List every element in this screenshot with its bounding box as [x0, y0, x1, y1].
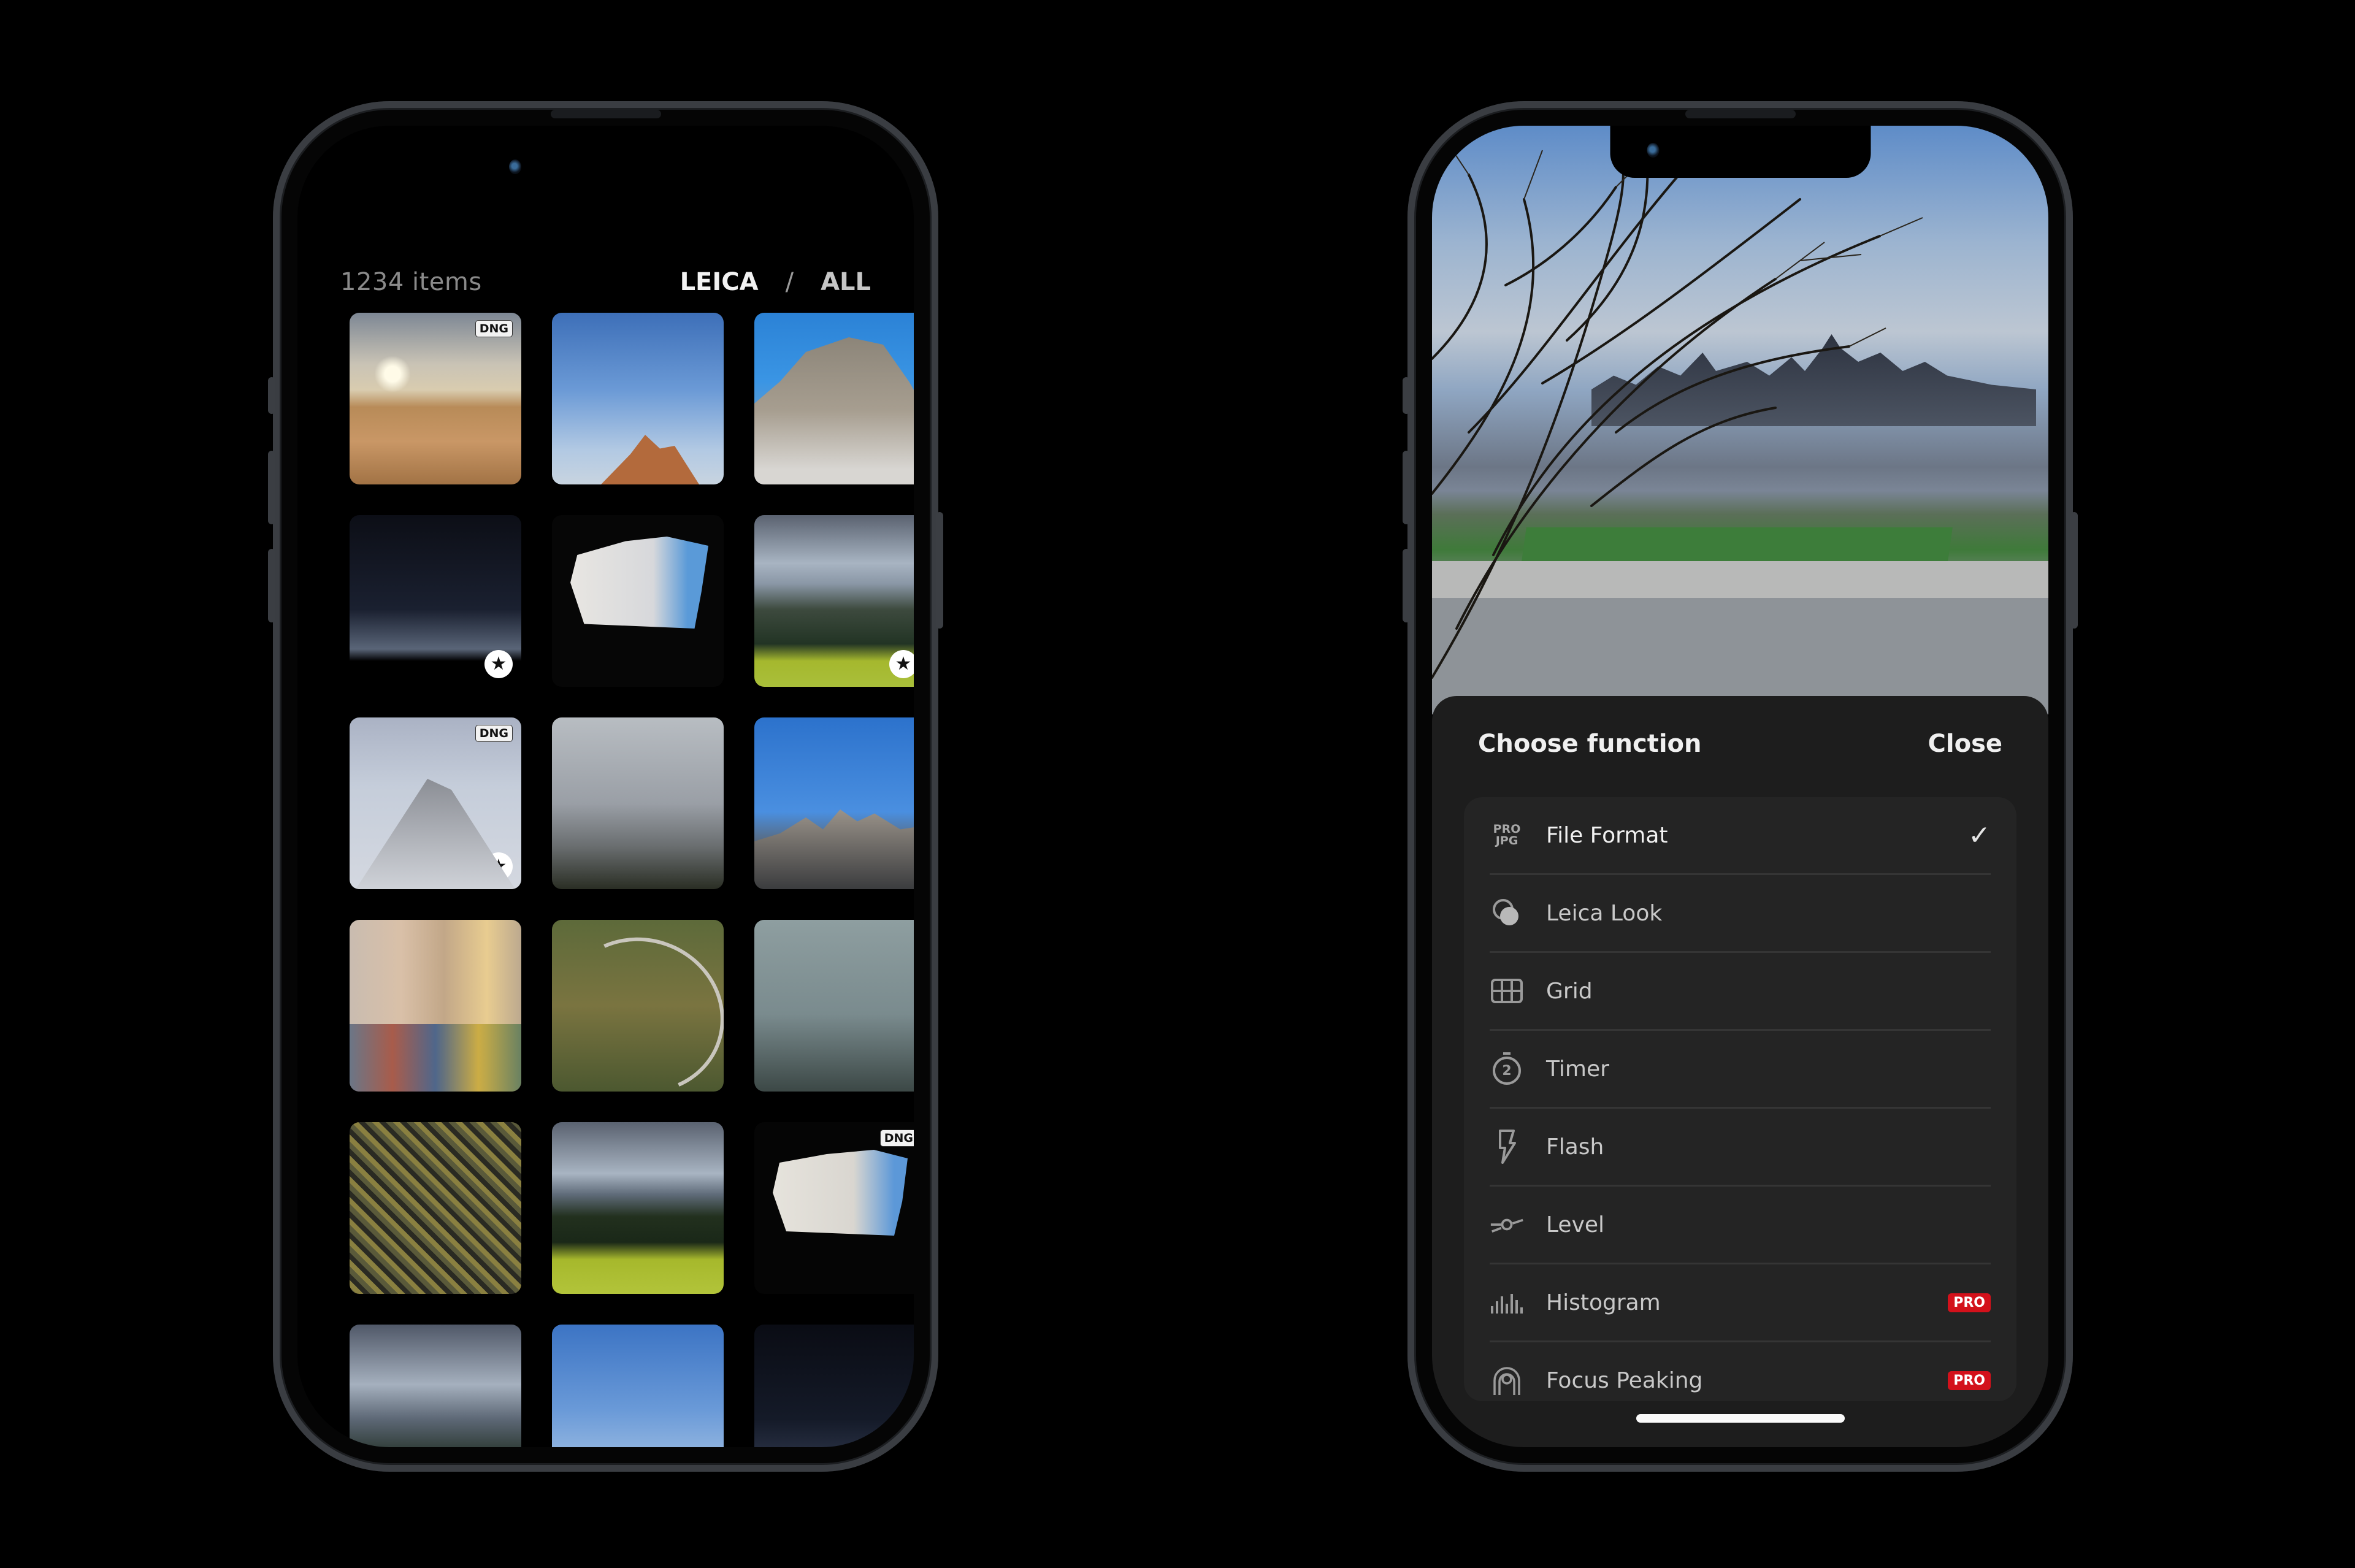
mute-switch: [268, 377, 275, 414]
viewfinder-photo: [1432, 126, 2048, 714]
function-item-leica-look[interactable]: Leica Look: [1490, 875, 1991, 953]
photo-thumbnail[interactable]: [350, 920, 521, 1092]
favorite-star-icon[interactable]: ★: [484, 852, 513, 881]
volume-down-button: [1403, 549, 1410, 622]
earpiece-speaker: [550, 110, 661, 118]
photo-thumbnail[interactable]: [552, 1325, 724, 1447]
flash-icon: [1490, 1130, 1524, 1164]
filter-tab-leica[interactable]: LEICA: [680, 268, 759, 296]
sheet-header: Choose function Close: [1478, 730, 2002, 758]
function-item-label: Level: [1546, 1212, 1605, 1237]
pro-badge: PRO: [1948, 1371, 1991, 1390]
pro-badge: PRO: [1948, 1293, 1991, 1312]
function-item-file-format[interactable]: PRO JPG File Format ✓: [1490, 797, 1991, 875]
favorite-star-icon[interactable]: ★: [889, 650, 914, 678]
dng-badge: DNG: [475, 725, 513, 742]
photo-thumbnail[interactable]: [350, 1325, 521, 1447]
function-item-timer[interactable]: 2 Timer: [1490, 1031, 1991, 1109]
photo-thumbnail[interactable]: ★: [754, 515, 914, 687]
choose-function-sheet: Choose function Close PRO JPG File Format…: [1432, 696, 2048, 1447]
dng-badge: DNG: [475, 320, 513, 337]
power-button: [936, 512, 943, 629]
photo-thumbnail[interactable]: [552, 920, 724, 1092]
filter-tabs: LEICA / ALL: [680, 268, 871, 296]
photo-thumbnail[interactable]: DNG ★: [350, 717, 521, 889]
photo-thumbnail[interactable]: [350, 1122, 521, 1294]
photo-thumbnail[interactable]: [754, 717, 914, 889]
photo-thumbnail[interactable]: DNG: [350, 313, 521, 484]
function-item-label: File Format: [1546, 822, 1668, 848]
function-item-histogram[interactable]: Histogram PRO: [1490, 1264, 1991, 1342]
function-list: PRO JPG File Format ✓ Leica Look Grid 2 …: [1464, 797, 2016, 1401]
front-camera: [509, 159, 521, 174]
photo-thumbnail[interactable]: [552, 717, 724, 889]
photo-thumbnail[interactable]: [754, 1325, 914, 1447]
function-item-label: Grid: [1546, 978, 1593, 1004]
focus-peaking-icon: [1490, 1363, 1524, 1398]
histogram-icon: [1490, 1285, 1524, 1320]
function-item-label: Flash: [1546, 1134, 1604, 1160]
power-button: [2070, 512, 2078, 629]
volume-up-button: [1403, 451, 1410, 524]
earpiece-speaker: [1685, 110, 1796, 118]
dng-badge: DNG: [879, 1130, 914, 1147]
sheet-title: Choose function: [1478, 730, 1702, 758]
function-item-label: Timer: [1546, 1056, 1609, 1082]
volume-up-button: [268, 451, 275, 524]
front-camera: [1647, 143, 1659, 158]
photo-thumbnail[interactable]: [552, 515, 724, 687]
photo-thumbnail[interactable]: ★: [350, 515, 521, 687]
function-item-label: Focus Peaking: [1546, 1367, 1703, 1393]
function-item-label: Histogram: [1546, 1290, 1661, 1315]
filter-separator: /: [785, 268, 794, 296]
phone-gallery: 1234 items LEICA / ALL DNG ★ ★ DNG ★ DNG: [268, 101, 943, 1472]
pro-jpg-icon: PRO JPG: [1493, 822, 1521, 847]
home-indicator[interactable]: [1636, 1414, 1845, 1423]
photo-thumbnail[interactable]: [754, 313, 914, 484]
photo-thumbnail[interactable]: [552, 313, 724, 484]
item-count: 1234 items: [340, 268, 482, 296]
photo-thumbnail[interactable]: DNG: [754, 1122, 914, 1294]
photo-grid: DNG ★ ★ DNG ★ DNG: [350, 313, 914, 1447]
favorite-star-icon[interactable]: ★: [484, 650, 513, 678]
timer-icon: 2: [1490, 1052, 1524, 1086]
function-item-focus-peaking[interactable]: Focus Peaking PRO: [1490, 1342, 1991, 1418]
grid-icon: [1490, 974, 1524, 1008]
gallery-header: 1234 items LEICA / ALL: [340, 264, 871, 300]
close-button[interactable]: Close: [1928, 730, 2002, 758]
function-item-level[interactable]: Level: [1490, 1187, 1991, 1264]
level-icon: [1490, 1207, 1524, 1242]
function-item-flash[interactable]: Flash: [1490, 1109, 1991, 1187]
filter-tab-all[interactable]: ALL: [821, 268, 871, 296]
volume-down-button: [268, 549, 275, 622]
leica-look-icon: [1490, 896, 1524, 930]
photo-thumbnail[interactable]: [754, 920, 914, 1092]
function-item-label: Leica Look: [1546, 900, 1663, 926]
tree-branches: [1432, 126, 1923, 679]
photo-thumbnail[interactable]: [552, 1122, 724, 1294]
camera-screen: Choose function Close PRO JPG File Format…: [1432, 126, 2048, 1447]
phone-camera: Choose function Close PRO JPG File Format…: [1403, 101, 2078, 1472]
checkmark-icon: ✓: [1968, 819, 1991, 851]
function-item-grid[interactable]: Grid: [1490, 953, 1991, 1031]
display-notch: [1610, 126, 1871, 178]
mute-switch: [1403, 377, 1410, 414]
gallery-screen: 1234 items LEICA / ALL DNG ★ ★ DNG ★ DNG: [297, 126, 914, 1447]
